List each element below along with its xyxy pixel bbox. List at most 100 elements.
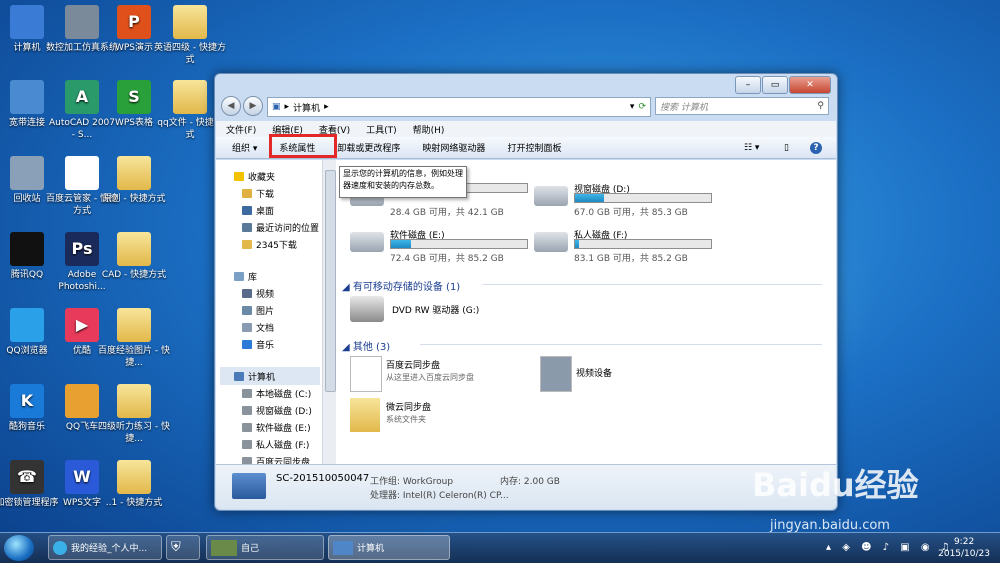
nav-label: 本地磁盘 (C:): [256, 390, 312, 400]
nav-item[interactable]: 本地磁盘 (C:): [242, 387, 311, 400]
nav-label: 计算机: [248, 373, 276, 383]
maximize-button[interactable]: ▭: [762, 76, 788, 94]
address-dropdown-icon[interactable]: ▾: [630, 102, 635, 112]
taskbar-item-shield[interactable]: ⛨: [166, 535, 200, 560]
usage-bar: [574, 193, 712, 203]
taskbar: 我的经验_个人中... ⛨ 自己 计算机 ▴ ◈ ☻ ♪ ▣ ◉ ♫ 9:22 …: [0, 532, 1000, 563]
desktop-icon-label: ..1 - 快捷方式: [105, 498, 163, 508]
dvd-drive-item[interactable]: DVD RW 驱动器 (G:): [350, 296, 479, 322]
nav-label: 桌面: [256, 207, 275, 217]
nav-icon: [242, 289, 252, 298]
computer-icon: [232, 473, 266, 499]
nav-label: 私人磁盘 (F:): [256, 441, 310, 451]
folder-icon: [350, 398, 380, 432]
folder-icon: [173, 5, 207, 39]
nav-item[interactable]: 2345下载: [242, 238, 297, 251]
desktop-icon[interactable]: 百度经验图片 - 快捷...: [98, 308, 170, 369]
close-button[interactable]: ✕: [789, 76, 831, 94]
menu-item[interactable]: 工具(T): [366, 123, 397, 136]
minimize-button[interactable]: –: [735, 76, 761, 94]
nav-computer[interactable]: 计算机: [234, 370, 275, 383]
preview-pane-icon[interactable]: ▯: [784, 143, 789, 153]
app-icon: [65, 5, 99, 39]
nav-label: 下载: [256, 190, 275, 200]
help-icon[interactable]: ?: [810, 141, 822, 154]
desktop-icon-label: 英语四级 - 快捷方式: [154, 43, 226, 65]
folder-icon: [117, 384, 151, 418]
back-button[interactable]: ◀: [221, 96, 241, 116]
nav-item[interactable]: 视窗磁盘 (D:): [242, 404, 312, 417]
command-bar: ☷ ▾ ▯ ? 组织 ▾ 系统属性 卸载或更改程序 映射网络驱动器 打开控制面板: [216, 134, 836, 159]
nav-label: 视频: [256, 290, 275, 300]
desktop-icon[interactable]: 原创 - 快捷方式: [98, 156, 170, 205]
taskbar-item-computer[interactable]: 计算机: [328, 535, 450, 560]
forward-button[interactable]: ▶: [243, 96, 263, 116]
address-bar[interactable]: ▣ ▸ 计算机 ▸ ▾ ⟳: [267, 97, 651, 117]
address-text: 计算机: [293, 103, 321, 114]
details-pane: SC-201510050047 工作组: WorkGroup 内存: 2.00 …: [216, 464, 836, 509]
nav-item[interactable]: 音乐: [242, 338, 274, 351]
nav-item[interactable]: 最近访问的位置: [242, 221, 319, 234]
nav-item[interactable]: 软件磁盘 (E:): [242, 421, 311, 434]
toolbar-button[interactable]: 组织 ▾: [232, 141, 257, 154]
nav-scrollbar[interactable]: [322, 160, 336, 480]
clock-time: 9:22: [953, 537, 975, 547]
photo-icon: [211, 539, 237, 556]
start-button[interactable]: [4, 535, 34, 561]
nav-item[interactable]: 私人磁盘 (F:): [242, 438, 309, 451]
nav-item[interactable]: 桌面: [242, 204, 274, 217]
search-input[interactable]: 搜索 计算机: [660, 100, 708, 113]
desktop-icon[interactable]: ..1 - 快捷方式: [98, 460, 170, 509]
toolbar-button[interactable]: 卸载或更改程序: [337, 141, 400, 154]
scroll-thumb[interactable]: [325, 170, 336, 392]
item-name: 视频设备: [576, 369, 613, 379]
nav-item[interactable]: 图片: [242, 304, 274, 317]
dvd-drive-icon: [350, 296, 384, 322]
app-icon: [350, 356, 382, 392]
search-icon[interactable]: ⚲: [817, 101, 824, 111]
section-divider: [420, 344, 822, 345]
task-label: 自己: [241, 544, 260, 554]
section-header[interactable]: ◢ 其他 (3): [342, 338, 822, 353]
explorer-window[interactable]: – ▭ ✕ ◀ ▶ ▣ ▸ 计算机 ▸ ▾ ⟳ 搜索 计算机 ⚲ 文件(F) 编辑…: [214, 73, 838, 511]
app-icon: K: [10, 384, 44, 418]
section-title: ◢ 有可移动存储的设备 (1): [342, 282, 461, 293]
usage-bar: [574, 239, 712, 249]
nav-library[interactable]: 库: [234, 270, 257, 283]
app-icon: A: [65, 80, 99, 114]
item-description: 从这里进入百度云同步盘: [386, 373, 474, 382]
taskbar-item-browser[interactable]: 我的经验_个人中...: [48, 535, 162, 560]
app-icon: [10, 232, 44, 266]
nav-item[interactable]: 文档: [242, 321, 274, 334]
task-label: 计算机: [357, 544, 385, 554]
tray-icons[interactable]: ▴ ◈ ☻ ♪ ▣ ◉ ♫: [826, 542, 954, 553]
desktop-icon[interactable]: CAD - 快捷方式: [98, 232, 170, 281]
folder-icon: [117, 308, 151, 342]
item-name: 百度云同步盘: [386, 361, 441, 371]
clock[interactable]: 9:22 2015/10/23: [938, 536, 990, 560]
section-header[interactable]: ◢ 有可移动存储的设备 (1): [342, 278, 822, 293]
nav-item[interactable]: 视频: [242, 287, 274, 300]
desktop-icon[interactable]: 四级听力练习 - 快捷...: [98, 384, 170, 445]
app-icon: Ps: [65, 232, 99, 266]
nav-favorites[interactable]: 收藏夹: [234, 170, 275, 183]
folder-icon: [117, 232, 151, 266]
nav-label: 软件磁盘 (E:): [256, 424, 311, 434]
refresh-icon[interactable]: ⟳: [638, 102, 646, 112]
menu-item[interactable]: 帮助(H): [413, 123, 445, 136]
nav-item[interactable]: 下载: [242, 187, 274, 200]
search-box[interactable]: 搜索 计算机 ⚲: [655, 97, 829, 115]
folder-icon: [117, 156, 151, 190]
nav-icon: [242, 223, 252, 232]
nav-icon: [242, 189, 252, 198]
nav-icon: [242, 206, 252, 215]
view-options-icon[interactable]: ☷ ▾: [744, 143, 759, 153]
toolbar-button[interactable]: 映射网络驱动器: [422, 141, 485, 154]
desktop-icon[interactable]: 英语四级 - 快捷方式: [154, 5, 226, 66]
toolbar-button[interactable]: 打开控制面板: [507, 141, 561, 154]
app-icon: [10, 156, 44, 190]
taskbar-item-photo[interactable]: 自己: [206, 535, 324, 560]
processor: 处理器: Intel(R) Celeron(R) CP...: [370, 491, 509, 501]
menu-item[interactable]: 文件(F): [226, 123, 256, 136]
app-icon: ▶: [65, 308, 99, 342]
